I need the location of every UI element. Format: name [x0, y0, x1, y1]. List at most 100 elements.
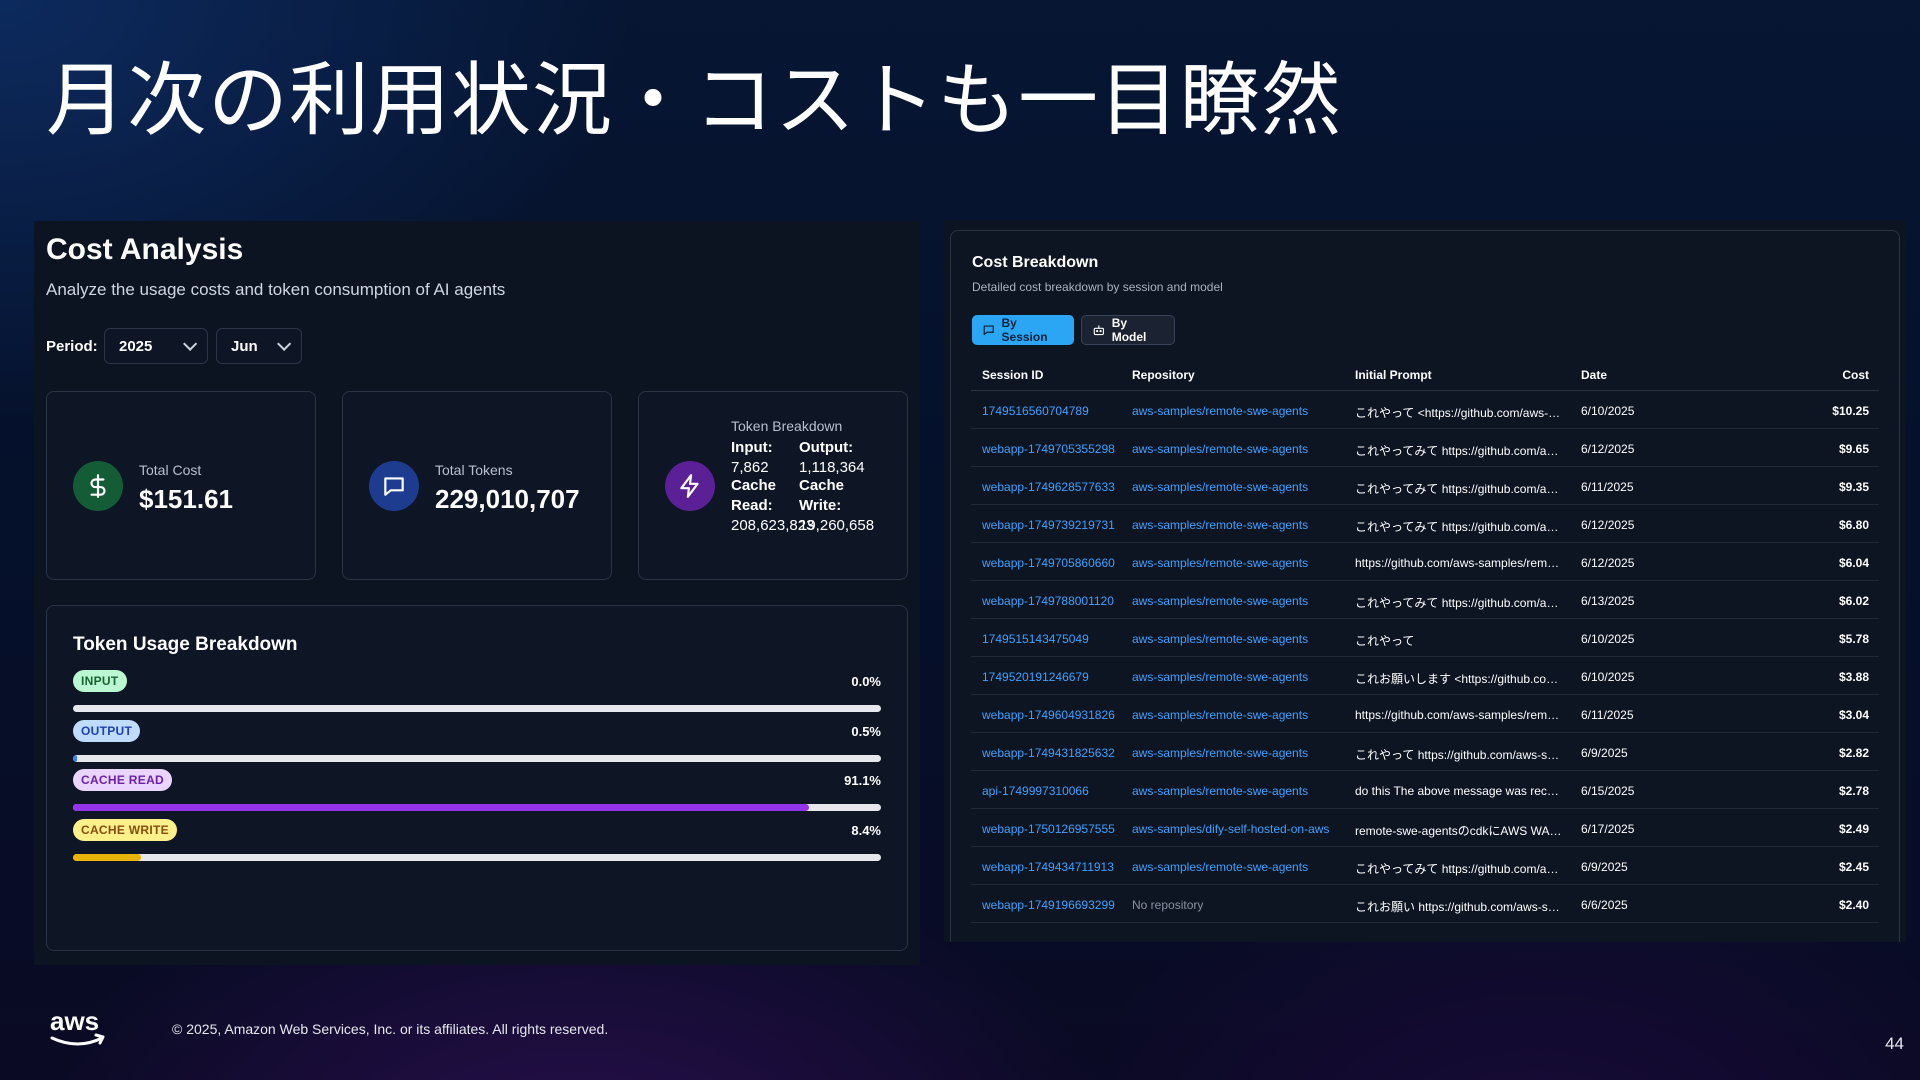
session-id-link[interactable]: webapp-1749739219731	[982, 518, 1115, 532]
usage-badge: CACHE WRITE	[73, 819, 177, 841]
session-date: 6/9/2025	[1581, 860, 1628, 874]
table-header: Session ID Repository Initial Prompt Dat…	[971, 357, 1879, 391]
col-session-id[interactable]: Session ID	[982, 368, 1043, 382]
session-id-link[interactable]: webapp-1749788001120	[982, 594, 1114, 608]
cache-write-value: 19,260,658	[799, 517, 875, 534]
repository-link[interactable]: aws-samples/remote-swe-agents	[1132, 746, 1308, 760]
session-id-link[interactable]: webapp-1749705860660	[982, 556, 1115, 570]
session-id-link[interactable]: webapp-1749628577633	[982, 480, 1115, 494]
table-row[interactable]: webapp-1749434711913 aws-samples/remote-s…	[971, 847, 1879, 885]
initial-prompt: do this The above message was received f…	[1355, 784, 1565, 798]
session-date: 6/12/2025	[1581, 442, 1635, 456]
table-row[interactable]: webapp-1749705355298 aws-samples/remote-s…	[971, 429, 1879, 467]
year-select[interactable]: 2025	[104, 328, 208, 364]
col-cost[interactable]: Cost	[1842, 368, 1869, 382]
chevron-down-icon	[277, 336, 292, 351]
session-id-link[interactable]: 1749520191246679	[982, 670, 1089, 684]
tab-by-model-label: By Model	[1111, 316, 1147, 344]
total-cost-label: Total Cost	[139, 462, 202, 478]
bot-icon	[1093, 325, 1105, 336]
session-id-link[interactable]: webapp-1749434711913	[982, 860, 1114, 874]
period-label: Period:	[46, 338, 98, 355]
session-id-link[interactable]: webapp-1749604931826	[982, 708, 1115, 722]
initial-prompt: これやって	[1355, 634, 1415, 648]
tab-by-model[interactable]: By Model	[1081, 315, 1175, 345]
copyright: © 2025, Amazon Web Services, Inc. or its…	[172, 1021, 609, 1037]
cache-write-tokens: Cache Write: 19,260,658	[799, 476, 874, 536]
repository-link[interactable]: aws-samples/remote-swe-agents	[1132, 860, 1308, 874]
table-row[interactable]: 1749520191246679 aws-samples/remote-swe-a…	[971, 657, 1879, 695]
usage-badge: CACHE READ	[73, 769, 173, 791]
usage-percent: 8.4%	[851, 823, 881, 838]
table-row[interactable]: 1749515143475049 aws-samples/remote-swe-a…	[971, 619, 1879, 657]
repository-link[interactable]: aws-samples/remote-swe-agents	[1132, 632, 1308, 646]
session-date: 6/11/2025	[1581, 708, 1634, 722]
table-row[interactable]: webapp-1749628577633 aws-samples/remote-s…	[971, 467, 1879, 505]
session-cost: $2.40	[1838, 898, 1869, 912]
repository-link[interactable]: aws-samples/remote-swe-agents	[1132, 480, 1308, 494]
message-icon	[369, 461, 419, 511]
token-breakdown-title: Token Breakdown	[731, 418, 843, 434]
usage-progress-track	[73, 705, 881, 712]
tab-by-session[interactable]: By Session	[972, 315, 1074, 345]
repository-link[interactable]: aws-samples/remote-swe-agents	[1132, 708, 1308, 722]
initial-prompt: これやって https://github.com/aws-samples/...	[1355, 748, 1565, 762]
table-row[interactable]: api-1749997310066 aws-samples/remote-swe-…	[971, 771, 1879, 809]
session-date: 6/17/2025	[1581, 822, 1635, 836]
month-select-value: Jun	[231, 337, 258, 355]
table-row[interactable]: webapp-1750126957555 aws-samples/dify-sel…	[971, 809, 1879, 847]
table-row[interactable]: 1749516560704789 aws-samples/remote-swe-a…	[971, 391, 1879, 429]
table-row[interactable]: webapp-1749739219731 aws-samples/remote-s…	[971, 505, 1879, 543]
col-date[interactable]: Date	[1581, 368, 1607, 382]
table-row[interactable]: webapp-1749788001120 aws-samples/remote-s…	[971, 581, 1879, 619]
repository-link[interactable]: aws-samples/remote-swe-agents	[1132, 518, 1308, 532]
usage-progress-track	[73, 755, 881, 762]
tab-by-session-label: By Session	[1001, 316, 1048, 344]
col-repository[interactable]: Repository	[1132, 368, 1195, 382]
session-cost: $3.04	[1838, 708, 1869, 722]
input-tokens-value: 7,862	[731, 459, 769, 476]
table-row[interactable]: webapp-1749705860660 aws-samples/remote-s…	[971, 543, 1879, 581]
session-cost: $6.02	[1838, 594, 1869, 608]
repository-link[interactable]: aws-samples/remote-swe-agents	[1132, 556, 1308, 570]
repository-link[interactable]: aws-samples/remote-swe-agents	[1132, 442, 1308, 456]
slide-title: 月次の利用状況・コストも一目瞭然	[46, 56, 1342, 145]
output-tokens-label: Output:	[799, 439, 854, 456]
initial-prompt: これお願いします <https://github.com/aws-s...	[1355, 672, 1565, 686]
session-id-link[interactable]: webapp-1750126957555	[982, 822, 1115, 836]
repository-link[interactable]: aws-samples/remote-swe-agents	[1132, 670, 1308, 684]
zap-icon	[665, 461, 715, 511]
session-cost: $10.25	[1832, 404, 1869, 418]
repository-link[interactable]: aws-samples/remote-swe-agents	[1132, 404, 1308, 418]
repository-link[interactable]: aws-samples/dify-self-hosted-on-aws	[1132, 822, 1329, 836]
session-cost: $3.88	[1838, 670, 1869, 684]
message-icon	[983, 325, 994, 336]
session-id-link[interactable]: api-1749997310066	[982, 784, 1089, 798]
session-cost: $6.04	[1838, 556, 1869, 570]
repository-link[interactable]: aws-samples/remote-swe-agents	[1132, 594, 1308, 608]
session-cost: $2.82	[1838, 746, 1869, 760]
session-date: 6/15/2025	[1581, 784, 1635, 798]
col-initial-prompt[interactable]: Initial Prompt	[1355, 368, 1432, 382]
initial-prompt: これお願い https://github.com/aws-samples/...	[1355, 900, 1565, 914]
month-select[interactable]: Jun	[216, 328, 302, 364]
repository-link[interactable]: aws-samples/remote-swe-agents	[1132, 784, 1308, 798]
session-id-link[interactable]: 1749515143475049	[982, 632, 1089, 646]
usage-badge: INPUT	[73, 670, 127, 692]
year-select-value: 2025	[119, 337, 153, 355]
aws-logo: aws	[50, 1006, 105, 1046]
usage-row: INPUT 0.0%	[73, 670, 881, 720]
table-row[interactable]: webapp-1749604931826 aws-samples/remote-s…	[971, 695, 1879, 733]
table-row[interactable]: webapp-1749431825632 aws-samples/remote-s…	[971, 733, 1879, 771]
table-row[interactable]: webapp-1749196693299 No repository これお願い h…	[971, 885, 1879, 923]
usage-progress-track	[73, 804, 881, 811]
session-id-link[interactable]: webapp-1749705355298	[982, 442, 1115, 456]
total-tokens-label: Total Tokens	[435, 462, 513, 478]
usage-row: CACHE READ 91.1%	[73, 769, 881, 819]
session-id-link[interactable]: webapp-1749431825632	[982, 746, 1115, 760]
usage-progress-fill	[73, 755, 78, 762]
session-id-link[interactable]: webapp-1749196693299	[982, 898, 1115, 912]
session-date: 6/10/2025	[1581, 632, 1635, 646]
session-id-link[interactable]: 1749516560704789	[982, 404, 1089, 418]
usage-percent: 91.1%	[844, 773, 881, 788]
